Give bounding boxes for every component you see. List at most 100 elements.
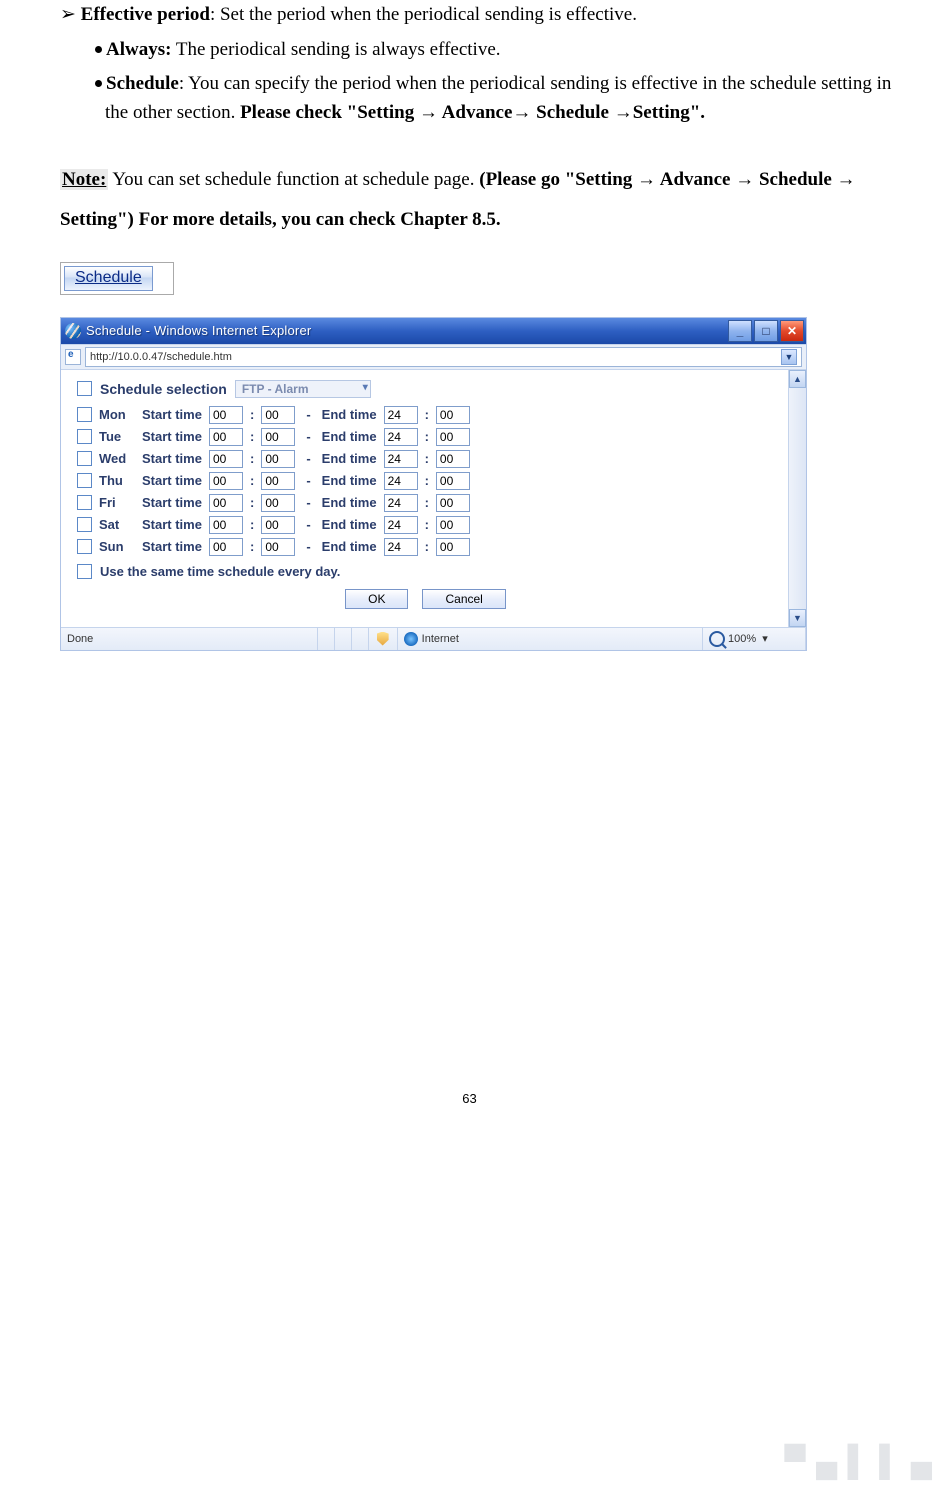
day-row: FriStart time00:00-End time24:00 (73, 494, 778, 512)
schedule-selection-row: Schedule selection FTP - Alarm (77, 380, 778, 398)
page-number: 63 (0, 1091, 939, 1126)
day-label: Tue (99, 429, 135, 444)
address-dropdown-icon[interactable]: ▼ (781, 349, 797, 365)
always-item: Always: The periodical sending is always… (95, 35, 894, 64)
end-min-input[interactable]: 00 (436, 406, 470, 424)
schedule-button[interactable]: Schedule (64, 266, 153, 291)
same-schedule-checkbox[interactable] (77, 564, 92, 579)
start-min-input[interactable]: 00 (261, 450, 295, 468)
address-input[interactable]: http://10.0.0.47/schedule.htm ▼ (85, 347, 802, 367)
start-min-input[interactable]: 00 (261, 406, 295, 424)
start-time-label: Start time (142, 495, 202, 510)
same-schedule-label: Use the same time schedule every day. (100, 564, 340, 579)
effective-period-label: Effective period (81, 4, 210, 25)
scroll-up-icon[interactable]: ▲ (789, 370, 806, 388)
end-hour-input[interactable]: 24 (384, 406, 418, 424)
status-sep (335, 628, 352, 650)
end-time-label: End time (322, 539, 377, 554)
scroll-down-icon[interactable]: ▼ (789, 609, 806, 627)
schedule-selection-checkbox[interactable] (77, 381, 92, 396)
schedule-type-select[interactable]: FTP - Alarm (235, 380, 371, 398)
day-label: Thu (99, 473, 135, 488)
cancel-button[interactable]: Cancel (422, 589, 505, 609)
start-time-label: Start time (142, 473, 202, 488)
schedule-selection-label: Schedule selection (100, 381, 227, 397)
end-min-input[interactable]: 00 (436, 472, 470, 490)
end-time-label: End time (322, 517, 377, 532)
day-checkbox[interactable] (77, 517, 92, 532)
start-min-input[interactable]: 00 (261, 494, 295, 512)
time-dash: - (302, 407, 314, 422)
start-hour-input[interactable]: 00 (209, 516, 243, 534)
status-zoom-cell[interactable]: 100% ▾ (703, 628, 806, 650)
status-sep (318, 628, 335, 650)
start-hour-input[interactable]: 00 (209, 428, 243, 446)
start-hour-input[interactable]: 00 (209, 538, 243, 556)
day-checkbox[interactable] (77, 429, 92, 444)
day-checkbox[interactable] (77, 451, 92, 466)
time-dash: - (302, 451, 314, 466)
minimize-button[interactable]: _ (728, 320, 752, 342)
note-text: You can set schedule function at schedul… (108, 169, 479, 190)
start-hour-input[interactable]: 00 (209, 450, 243, 468)
vertical-scrollbar[interactable]: ▲ ▼ (788, 370, 806, 627)
time-colon: : (425, 473, 429, 488)
day-row: SatStart time00:00-End time24:00 (73, 516, 778, 534)
start-min-input[interactable]: 00 (261, 428, 295, 446)
start-hour-input[interactable]: 00 (209, 472, 243, 490)
end-min-input[interactable]: 00 (436, 494, 470, 512)
end-time-label: End time (322, 495, 377, 510)
day-row: SunStart time00:00-End time24:00 (73, 538, 778, 556)
time-colon: : (250, 539, 254, 554)
end-min-input[interactable]: 00 (436, 538, 470, 556)
bullet-icon (95, 80, 102, 87)
time-colon: : (425, 517, 429, 532)
end-hour-input[interactable]: 24 (384, 450, 418, 468)
start-min-input[interactable]: 00 (261, 538, 295, 556)
start-hour-input[interactable]: 00 (209, 406, 243, 424)
start-min-input[interactable]: 00 (261, 516, 295, 534)
end-time-label: End time (322, 407, 377, 422)
address-url: http://10.0.0.47/schedule.htm (90, 351, 232, 363)
time-colon: : (250, 473, 254, 488)
end-min-input[interactable]: 00 (436, 516, 470, 534)
end-time-label: End time (322, 451, 377, 466)
day-checkbox[interactable] (77, 539, 92, 554)
day-row: WedStart time00:00-End time24:00 (73, 450, 778, 468)
time-colon: : (425, 407, 429, 422)
end-hour-input[interactable]: 24 (384, 494, 418, 512)
end-min-input[interactable]: 00 (436, 428, 470, 446)
close-button[interactable]: ✕ (780, 320, 804, 342)
end-hour-input[interactable]: 24 (384, 516, 418, 534)
day-checkbox[interactable] (77, 473, 92, 488)
start-min-input[interactable]: 00 (261, 472, 295, 490)
brand-watermark: ▀ ▄ ▌ ▌ ▄ (784, 1445, 933, 1479)
end-time-label: End time (322, 473, 377, 488)
maximize-button[interactable]: □ (754, 320, 778, 342)
time-dash: - (302, 539, 314, 554)
start-hour-input[interactable]: 00 (209, 494, 243, 512)
start-time-label: Start time (142, 539, 202, 554)
globe-icon (404, 632, 418, 646)
shield-icon (377, 632, 389, 646)
day-checkbox[interactable] (77, 495, 92, 510)
ok-button[interactable]: OK (345, 589, 408, 609)
schedule-label: Schedule (106, 73, 179, 94)
same-schedule-row: Use the same time schedule every day. (77, 564, 778, 579)
time-dash: - (302, 495, 314, 510)
note-paragraph: Note: You can set schedule function at s… (60, 160, 894, 240)
window-title: Schedule - Windows Internet Explorer (86, 323, 728, 338)
day-row: MonStart time00:00-End time24:00 (73, 406, 778, 424)
end-min-input[interactable]: 00 (436, 450, 470, 468)
bullet-icon (95, 46, 102, 53)
day-label: Sun (99, 539, 135, 554)
end-hour-input[interactable]: 24 (384, 472, 418, 490)
day-checkbox[interactable] (77, 407, 92, 422)
end-hour-input[interactable]: 24 (384, 428, 418, 446)
time-colon: : (250, 517, 254, 532)
time-colon: : (425, 495, 429, 510)
end-hour-input[interactable]: 24 (384, 538, 418, 556)
time-colon: : (425, 539, 429, 554)
ie-icon (65, 323, 81, 339)
end-time-label: End time (322, 429, 377, 444)
